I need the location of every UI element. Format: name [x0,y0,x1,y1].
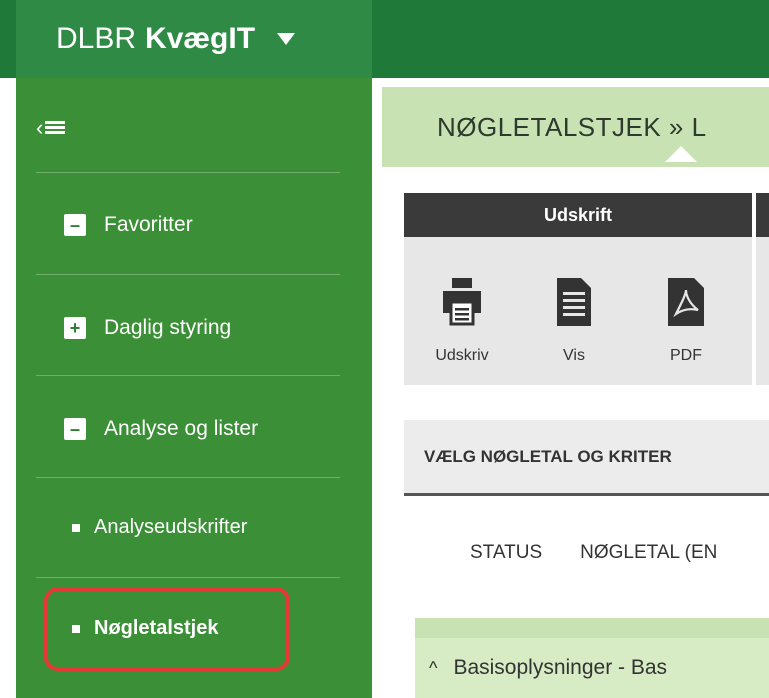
expand-icon: + [64,317,86,339]
bullet-icon [72,523,80,532]
chevron-left-icon: ‹ [36,115,44,140]
sidebar-item-daglig-styring[interactable]: + Daglig styring [64,316,231,340]
sidebar-item-favoritter[interactable]: – Favoritter [64,213,193,237]
tab-status[interactable]: STATUS [470,542,542,563]
brand-name: KvægIT [145,22,256,55]
printer-icon [443,271,481,333]
highlight-annotation [44,587,290,671]
ribbon-group-header-next [756,193,769,237]
ribbon-group-label: Udskrift [543,204,612,225]
main-content [372,78,769,698]
ribbon-group-next [756,237,769,385]
print-label: Udskriv [435,347,489,364]
section-label: Basisoplysninger - Bas [453,656,668,679]
tab-nogletal[interactable]: NØGLETAL (EN [580,542,717,563]
tab-label: VÆLG NØGLETAL OG KRITER [424,446,672,466]
chevron-up-icon: ^ [429,657,438,678]
sidebar-subitem-label: Analyseudskrifter [94,516,248,538]
section-header-basisoplysninger[interactable]: ^ Basisoplysninger - Bas [415,638,769,698]
tab-velg-nogletal[interactable]: VÆLG NØGLETAL OG KRITER [404,420,769,496]
divider [36,577,340,578]
brand-prefix: DLBR [56,22,137,55]
app-switcher[interactable]: DLBR KvægIT [16,0,372,78]
ribbon-group-header: Udskrift [404,193,752,237]
divider [36,172,340,173]
document-icon [557,271,591,333]
divider [36,274,340,275]
pdf-label: PDF [670,347,702,364]
pdf-button[interactable]: PDF [636,237,736,385]
sidebar-subitem-analyseudskrifter[interactable]: Analyseudskrifter [60,516,247,539]
sidebar-item-label: Daglig styring [104,316,232,339]
sidebar-item-label: Analyse og lister [104,417,259,440]
collapse-icon: – [64,214,86,236]
sidebar-item-label: Favoritter [104,213,193,236]
caret-down-icon [277,33,296,45]
view-label: Vis [563,347,585,364]
breadcrumb: NØGLETALSTJEK » L [382,87,769,167]
collapse-icon: – [64,418,86,440]
divider [36,375,340,376]
print-button[interactable]: Udskriv [412,237,512,385]
breadcrumb-pointer [665,146,697,162]
pdf-icon [668,271,704,333]
menu-icon [45,121,66,135]
sidebar-collapse-button[interactable]: ‹ [36,115,66,140]
breadcrumb-text: NØGLETALSTJEK » L [437,111,707,142]
sidebar-item-analyse-og-lister[interactable]: – Analyse og lister [64,417,258,441]
view-button[interactable]: Vis [524,237,624,385]
status-tabs: STATUS NØGLETAL (EN [470,542,755,564]
divider [36,477,340,478]
